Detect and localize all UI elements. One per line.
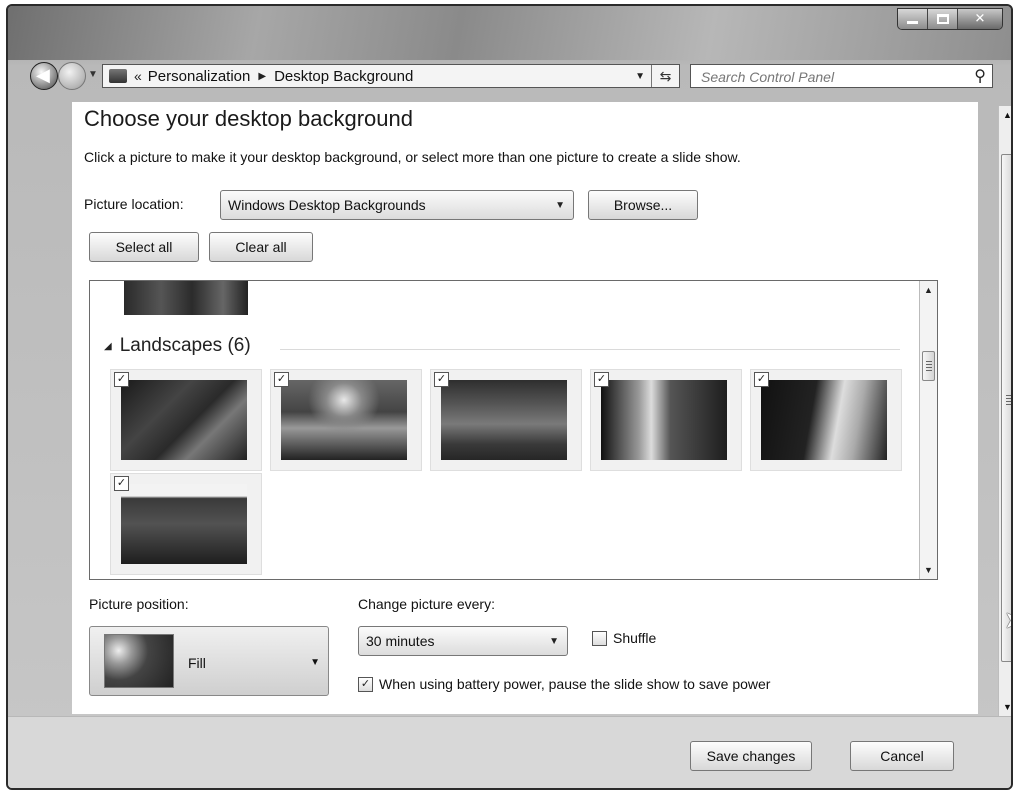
browse-button[interactable]: Browse... bbox=[588, 190, 698, 220]
group-label: Landscapes (6) bbox=[119, 335, 251, 356]
window: ✕ ◀ ▼ « Personalization ▶ Desktop Backgr… bbox=[6, 4, 1013, 790]
page-scroll-thumb[interactable] bbox=[1001, 154, 1011, 662]
cancel-button[interactable]: Cancel bbox=[850, 741, 954, 771]
picture-location-dropdown[interactable]: Windows Desktop Backgrounds ▼ bbox=[220, 190, 574, 220]
select-all-button[interactable]: Select all bbox=[89, 232, 199, 262]
landscape-thumbnail-4[interactable]: ✓ bbox=[590, 369, 742, 471]
search-input[interactable] bbox=[701, 67, 961, 87]
chevron-down-icon: ▼ bbox=[310, 657, 320, 668]
caption-buttons: ✕ bbox=[897, 8, 1003, 30]
thumbnail-image bbox=[441, 380, 567, 460]
thumbnail-checkbox[interactable]: ✓ bbox=[274, 372, 289, 387]
picture-position-dropdown[interactable]: Fill ▼ bbox=[89, 626, 329, 696]
maximize-icon bbox=[937, 14, 949, 24]
picture-gallery: ◢ Landscapes (6) ✓ ✓ ✓ ✓ ✓ ✓ ▲ ▼ bbox=[89, 280, 938, 580]
thumbnail-checkbox[interactable]: ✓ bbox=[114, 476, 129, 491]
scroll-down-icon[interactable]: ▼ bbox=[999, 698, 1011, 716]
thumbnail-image bbox=[121, 484, 247, 564]
navigation-bar: ◀ ▼ « Personalization ▶ Desktop Backgrou… bbox=[20, 60, 1001, 94]
shuffle-row[interactable]: Shuffle bbox=[592, 630, 656, 646]
recent-pages-chevron-icon[interactable]: ▼ bbox=[88, 69, 98, 80]
picture-position-label: Picture position: bbox=[89, 596, 189, 612]
landscape-thumbnail-3[interactable]: ✓ bbox=[430, 369, 582, 471]
shuffle-checkbox[interactable] bbox=[592, 630, 607, 646]
thumbnail-image bbox=[601, 380, 727, 460]
group-divider bbox=[280, 349, 900, 350]
thumbnail-checkbox[interactable]: ✓ bbox=[754, 372, 769, 387]
address-bar[interactable]: « Personalization ▶ Desktop Background ▼… bbox=[102, 64, 680, 88]
picture-position-value: Fill bbox=[188, 655, 206, 671]
grip-icon bbox=[926, 361, 932, 371]
landscape-thumbnail-1[interactable]: ✓ bbox=[110, 369, 262, 471]
battery-label: When using battery power, pause the slid… bbox=[379, 676, 771, 692]
landscape-thumbnail-2[interactable]: ✓ bbox=[270, 369, 422, 471]
gallery-scrollbar[interactable]: ▲ ▼ bbox=[919, 281, 937, 579]
gallery-scroll-thumb[interactable] bbox=[922, 351, 935, 381]
page-description: Click a picture to make it your desktop … bbox=[84, 149, 741, 165]
grip-icon bbox=[1006, 395, 1011, 405]
minimize-icon bbox=[907, 21, 918, 24]
refresh-button[interactable]: ⇆ bbox=[651, 65, 679, 87]
thumbnail-image bbox=[281, 380, 407, 460]
thumbnail-checkbox[interactable]: ✓ bbox=[434, 372, 449, 387]
chevron-down-icon: ▼ bbox=[549, 636, 559, 647]
minimize-button[interactable] bbox=[898, 9, 928, 29]
search-icon[interactable]: ⚲ bbox=[974, 66, 986, 86]
thumbnail-checkbox[interactable]: ✓ bbox=[114, 372, 129, 387]
shuffle-label: Shuffle bbox=[613, 630, 657, 646]
scroll-up-icon[interactable]: ▲ bbox=[999, 106, 1011, 124]
picture-location-value: Windows Desktop Backgrounds bbox=[228, 197, 426, 213]
breadcrumb-overflow-icon[interactable]: « bbox=[134, 68, 142, 84]
chevron-down-icon: ▼ bbox=[555, 200, 565, 211]
maximize-button[interactable] bbox=[928, 9, 958, 29]
close-icon: ✕ bbox=[974, 10, 986, 26]
thumbnail-checkbox[interactable]: ✓ bbox=[594, 372, 609, 387]
interval-dropdown[interactable]: 30 minutes ▼ bbox=[358, 626, 568, 656]
picture-location-label: Picture location: bbox=[84, 196, 184, 212]
previous-group-thumbnail[interactable] bbox=[124, 281, 248, 315]
interval-value: 30 minutes bbox=[366, 633, 435, 649]
address-dropdown-icon[interactable]: ▼ bbox=[635, 71, 645, 82]
change-picture-label: Change picture every: bbox=[358, 596, 495, 612]
thumbnail-image bbox=[121, 380, 247, 460]
clear-all-button[interactable]: Clear all bbox=[209, 232, 313, 262]
back-button[interactable]: ◀ bbox=[30, 62, 58, 90]
thumbnail-image bbox=[761, 380, 887, 460]
breadcrumb-desktop-background[interactable]: Desktop Background bbox=[274, 68, 413, 85]
scroll-down-icon[interactable]: ▼ bbox=[920, 561, 937, 579]
close-button[interactable]: ✕ bbox=[958, 9, 1002, 29]
main-content: Choose your desktop background Click a p… bbox=[72, 102, 978, 714]
save-changes-button[interactable]: Save changes bbox=[690, 741, 812, 771]
search-box[interactable]: ⚲ bbox=[690, 64, 993, 88]
landscape-thumbnail-5[interactable]: ✓ bbox=[750, 369, 902, 471]
breadcrumb-personalization[interactable]: Personalization bbox=[148, 68, 251, 85]
title-bar: ✕ bbox=[8, 6, 1011, 60]
breadcrumb-arrow-icon[interactable]: ▶ bbox=[258, 71, 266, 82]
position-preview-image bbox=[104, 634, 174, 688]
footer-bar: Save changes Cancel bbox=[8, 716, 1011, 788]
battery-row[interactable]: ✓ When using battery power, pause the sl… bbox=[358, 676, 770, 692]
mouse-cursor-icon: ➤ bbox=[1004, 606, 1011, 635]
battery-checkbox[interactable]: ✓ bbox=[358, 676, 373, 692]
collapse-triangle-icon[interactable]: ◢ bbox=[104, 341, 112, 352]
group-header[interactable]: ◢ Landscapes (6) bbox=[104, 335, 251, 357]
landscape-thumbnail-6[interactable]: ✓ bbox=[110, 473, 262, 575]
forward-button[interactable] bbox=[58, 62, 86, 90]
control-panel-icon bbox=[109, 69, 127, 83]
back-arrow-icon: ◀ bbox=[36, 65, 50, 85]
page-title: Choose your desktop background bbox=[84, 106, 413, 131]
scroll-up-icon[interactable]: ▲ bbox=[920, 281, 937, 299]
